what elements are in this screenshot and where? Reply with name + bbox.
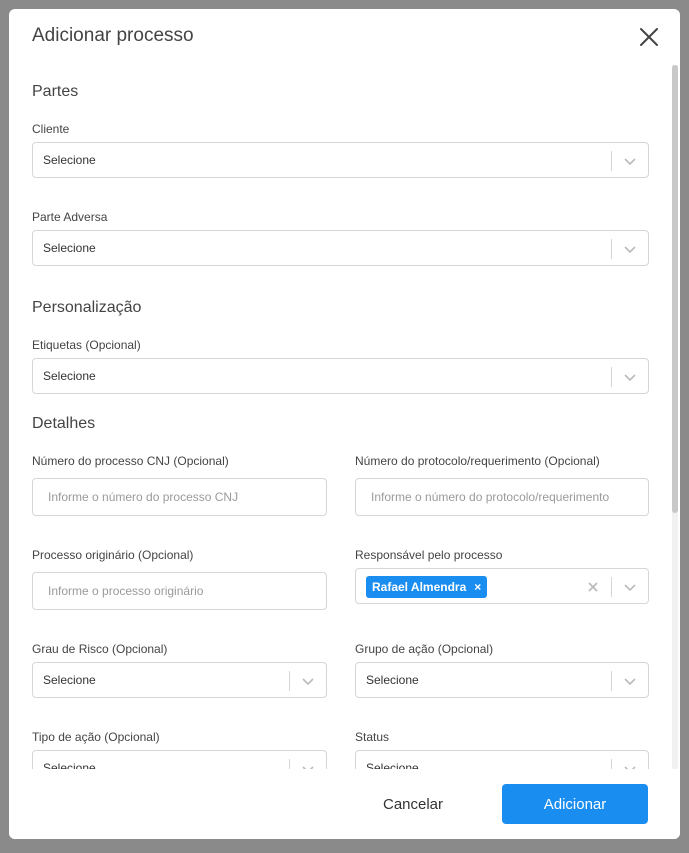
numero-cnj-label: Número do processo CNJ (Opcional) [32,454,229,468]
chevron-down-icon[interactable] [300,673,316,689]
chevron-down-icon[interactable] [622,369,638,385]
cliente-value: Selecione [43,153,96,167]
close-icon[interactable] [637,25,661,49]
grupo-acao-value: Selecione [366,673,419,687]
responsavel-select[interactable]: Rafael Almendra × [355,568,649,604]
chevron-down-icon[interactable] [622,761,638,769]
parte-adversa-value: Selecione [43,241,96,255]
add-process-modal: Adicionar processo Partes Cliente Seleci… [9,9,680,839]
chevron-down-icon[interactable] [622,153,638,169]
chip-label: Rafael Almendra [372,580,467,594]
chevron-down-icon[interactable] [622,579,638,595]
parte-adversa-select[interactable]: Selecione [32,230,649,266]
select-separator [611,151,612,171]
scrollbar[interactable] [672,65,678,769]
status-label: Status [355,730,390,744]
add-button[interactable]: Adicionar [502,784,648,824]
scrollbar-thumb[interactable] [672,65,678,513]
clear-icon[interactable] [585,579,601,595]
chevron-down-icon[interactable] [300,761,316,769]
processo-originario-label: Processo originário (Opcional) [32,548,194,562]
select-separator [611,577,612,597]
chip-remove-icon[interactable]: × [474,580,481,594]
responsavel-chip: Rafael Almendra × [366,576,488,598]
chevron-down-icon[interactable] [622,241,638,257]
tipo-acao-label: Tipo de ação (Opcional) [32,730,160,744]
cliente-select[interactable]: Selecione [32,142,649,178]
processo-originario-input[interactable] [32,572,327,610]
grupo-acao-label: Grupo de ação (Opcional) [355,642,494,656]
cliente-label: Cliente [32,122,70,136]
select-separator [611,671,612,691]
grau-risco-select[interactable]: Selecione [32,662,327,698]
select-separator [289,671,290,691]
etiquetas-select[interactable]: Selecione [32,358,649,394]
select-separator [611,239,612,259]
modal-title: Adicionar processo [32,25,194,46]
chevron-down-icon[interactable] [622,673,638,689]
cancel-button[interactable]: Cancelar [354,784,472,824]
numero-protocolo-label: Número do protocolo/requerimento (Opcion… [355,454,600,468]
tipo-acao-select[interactable]: Selecione [32,750,327,769]
parte-adversa-label: Parte Adversa [32,210,108,224]
modal-footer: Cancelar Adicionar [9,769,680,839]
numero-protocolo-input[interactable] [355,478,649,516]
select-separator [611,759,612,769]
grau-risco-value: Selecione [43,673,96,687]
numero-cnj-input[interactable] [32,478,327,516]
etiquetas-label: Etiquetas (Opcional) [32,338,141,352]
grau-risco-label: Grau de Risco (Opcional) [32,642,168,656]
section-personalizacao: Personalização [32,299,142,316]
form-scroll-area[interactable]: Partes Cliente Selecione Parte Adversa S… [9,65,672,769]
responsavel-label: Responsável pelo processo [355,548,503,562]
section-partes: Partes [32,83,79,100]
select-separator [611,367,612,387]
section-detalhes: Detalhes [32,415,96,432]
etiquetas-value: Selecione [43,369,96,383]
tipo-acao-value: Selecione [43,761,96,769]
grupo-acao-select[interactable]: Selecione [355,662,649,698]
status-select[interactable]: Selecione [355,750,649,769]
select-separator [289,759,290,769]
status-value: Selecione [366,761,419,769]
